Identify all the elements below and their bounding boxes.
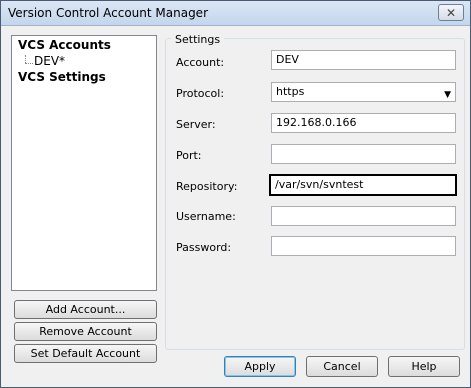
repository-field[interactable]: /var/svn/svntest bbox=[269, 174, 457, 196]
remove-account-label: Remove Account bbox=[39, 325, 132, 338]
port-field[interactable] bbox=[271, 144, 456, 164]
server-field[interactable]: 192.168.0.166 bbox=[271, 113, 456, 133]
tree-connector bbox=[25, 63, 33, 64]
protocol-value: https bbox=[276, 85, 305, 98]
account-tree[interactable]: VCS Accounts DEV* VCS Settings bbox=[11, 35, 157, 291]
add-account-label: Add Account... bbox=[45, 303, 126, 316]
add-account-button[interactable]: Add Account... bbox=[14, 300, 157, 319]
username-field[interactable] bbox=[271, 206, 456, 226]
close-icon: ✕ bbox=[445, 6, 457, 20]
tree-node-vcs-settings[interactable]: VCS Settings bbox=[18, 70, 106, 84]
repository-label: Repository: bbox=[176, 180, 238, 193]
set-default-account-label: Set Default Account bbox=[30, 347, 141, 360]
cancel-button[interactable]: Cancel bbox=[306, 356, 378, 377]
set-default-account-button[interactable]: Set Default Account bbox=[14, 344, 157, 363]
apply-label: Apply bbox=[244, 360, 276, 373]
tree-node-vcs-accounts[interactable]: VCS Accounts bbox=[18, 38, 111, 52]
tree-connector bbox=[25, 55, 26, 63]
close-button[interactable]: ✕ bbox=[438, 4, 464, 21]
server-label: Server: bbox=[176, 118, 216, 131]
account-label: Account: bbox=[176, 56, 225, 69]
account-field[interactable]: DEV bbox=[271, 50, 456, 70]
cancel-label: Cancel bbox=[323, 360, 361, 373]
password-field[interactable] bbox=[271, 236, 456, 256]
help-label: Help bbox=[411, 360, 437, 373]
protocol-label: Protocol: bbox=[176, 87, 225, 100]
tree-node-dev[interactable]: DEV* bbox=[34, 54, 65, 68]
settings-group-label: Settings bbox=[171, 33, 225, 46]
account-manager-window: Version Control Account Manager ✕ VCS Ac… bbox=[0, 0, 471, 388]
password-label: Password: bbox=[176, 241, 232, 254]
title-bar: Version Control Account Manager ✕ bbox=[1, 1, 470, 26]
apply-button[interactable]: Apply bbox=[224, 356, 296, 377]
help-button[interactable]: Help bbox=[388, 356, 460, 377]
remove-account-button[interactable]: Remove Account bbox=[14, 322, 157, 341]
protocol-select[interactable]: https ▼ bbox=[271, 82, 456, 102]
window-title: Version Control Account Manager bbox=[8, 6, 208, 20]
port-label: Port: bbox=[176, 149, 202, 162]
username-label: Username: bbox=[176, 210, 236, 223]
chevron-down-icon: ▼ bbox=[444, 90, 451, 100]
dialog-client-area: VCS Accounts DEV* VCS Settings Add Accou… bbox=[1, 26, 470, 387]
